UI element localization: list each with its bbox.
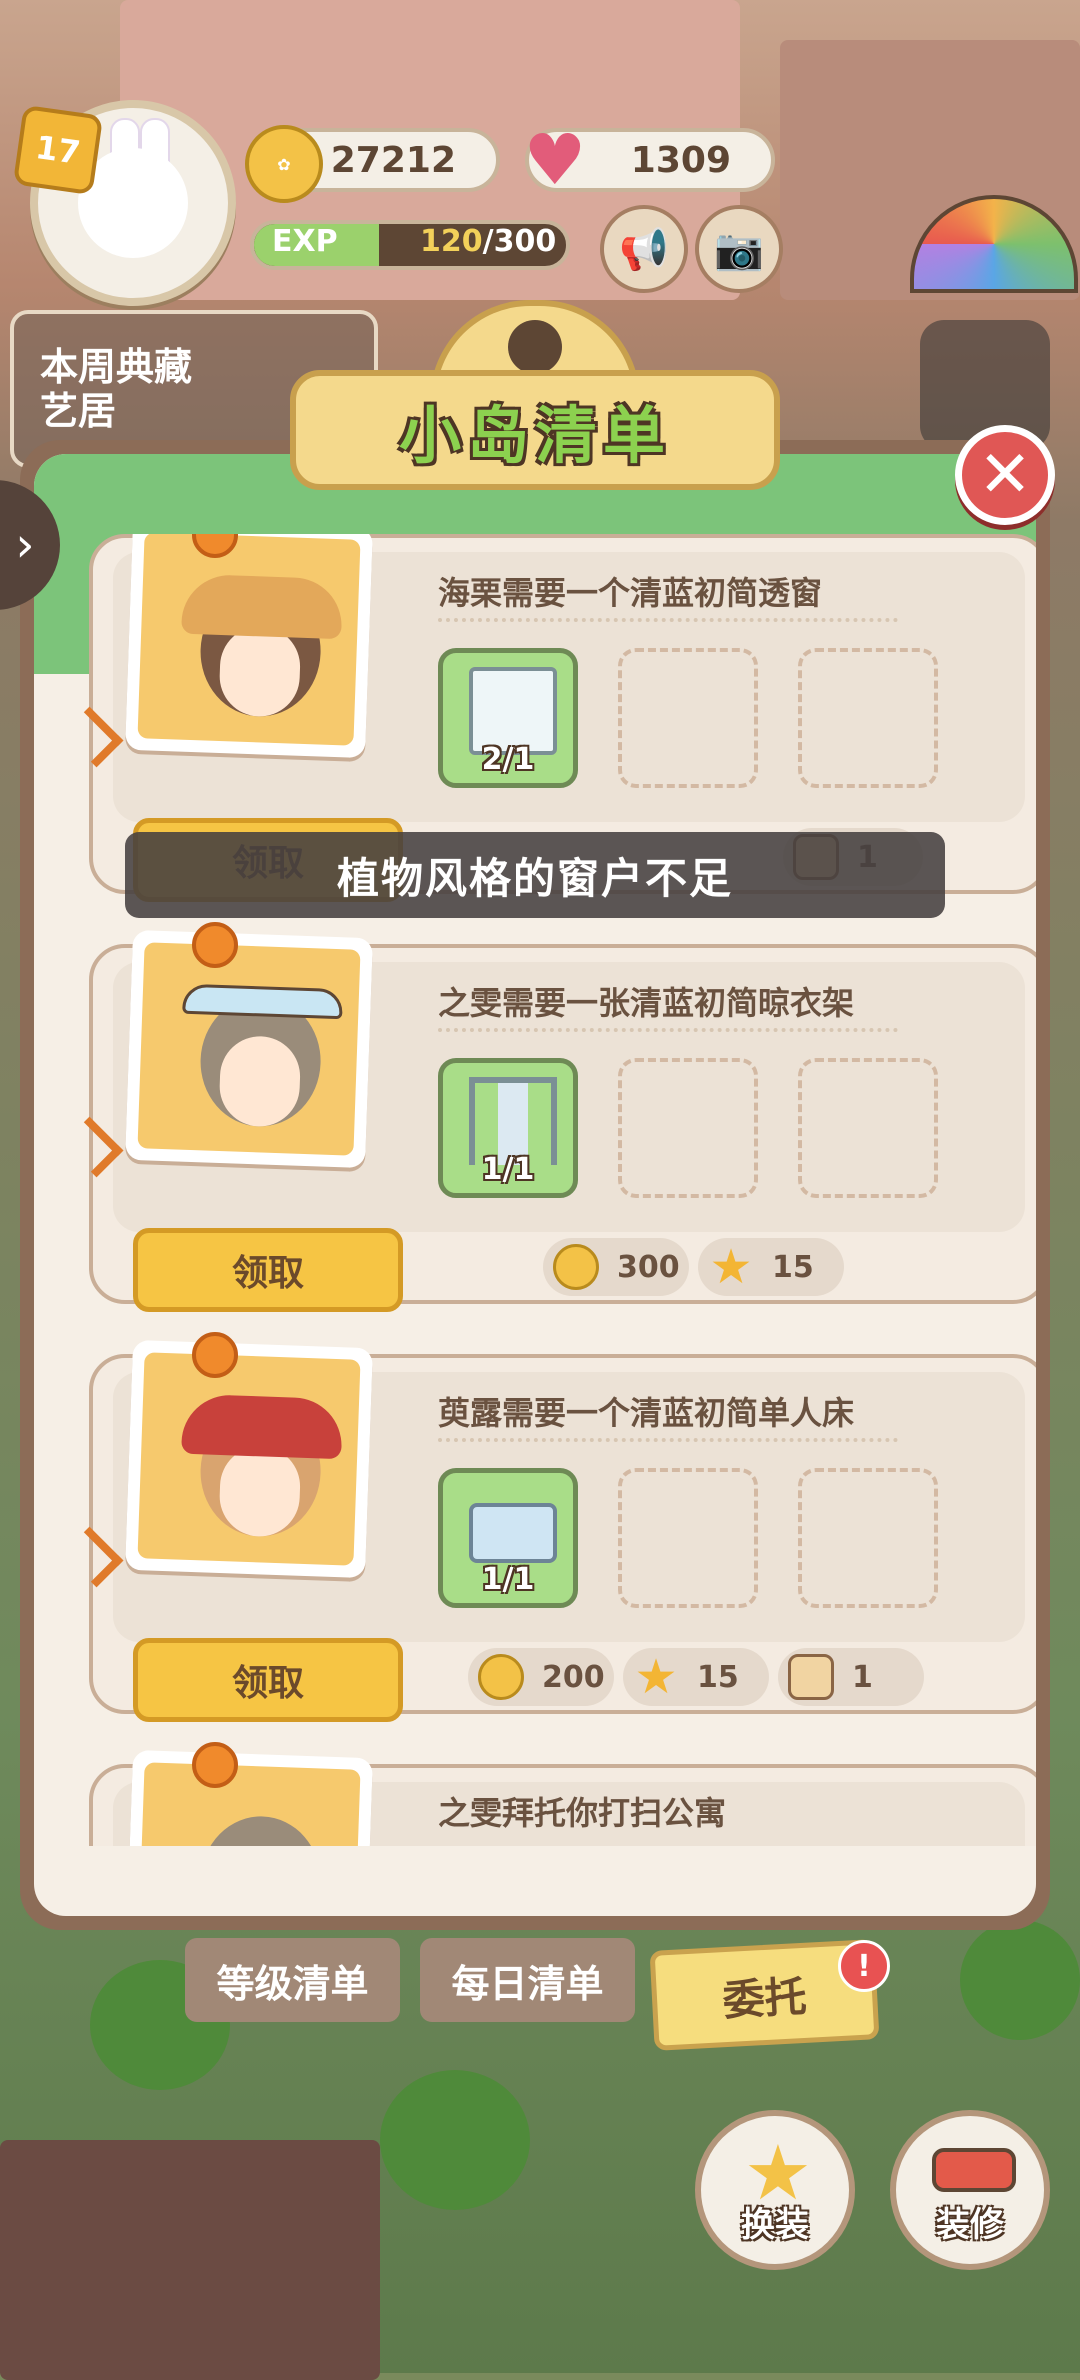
reward-value: 1 <box>852 1659 873 1695</box>
reward-star: ★ 15 <box>623 1648 769 1706</box>
chevron-right-icon: › <box>15 517 35 573</box>
heart-count: 1309 <box>630 139 731 181</box>
camera-button[interactable]: 📷 <box>695 205 783 293</box>
close-icon: ✕ <box>978 438 1032 512</box>
empty-slot <box>798 648 938 788</box>
item-slot[interactable]: 1/1 <box>438 1058 578 1198</box>
claim-button[interactable]: 领取 <box>133 1228 403 1312</box>
order-request: 海栗需要一个清蓝初简透窗 <box>438 574 823 612</box>
pin-icon <box>192 1332 238 1378</box>
star-icon: ★ <box>709 1239 753 1295</box>
megaphone-icon: 📢 <box>619 226 669 273</box>
empty-slot <box>618 1468 758 1608</box>
announcement-button[interactable]: 📢 <box>600 205 688 293</box>
close-button[interactable]: ✕ <box>955 425 1055 525</box>
item-slot[interactable]: 1/1 <box>438 1468 578 1608</box>
dress-up-button[interactable]: ★ 换装 <box>695 2110 855 2270</box>
coin-icon <box>478 1654 524 1700</box>
reward-value: 300 <box>617 1249 680 1285</box>
reward-value: 15 <box>697 1659 739 1695</box>
heart-icon: ♥ <box>523 119 587 201</box>
background-rooftop <box>0 2140 380 2380</box>
goggles-icon <box>182 983 344 1020</box>
coin-count: 27212 <box>330 139 456 181</box>
exp-value: 120/300 <box>420 224 556 259</box>
straw-hat-icon <box>181 573 344 640</box>
divider <box>438 1438 898 1442</box>
panel-body: 海栗需要一个清蓝初简透窗 2/1 领取 1 <box>34 454 1036 1916</box>
weekly-featured-label: 本周典藏艺居 <box>40 345 193 433</box>
bed-icon <box>469 1503 557 1563</box>
coin-icon: ✿ <box>245 125 323 203</box>
empty-slot <box>618 648 758 788</box>
hair <box>198 1814 323 1846</box>
order-request: 之雯需要一张清蓝初简晾衣架 <box>438 984 855 1022</box>
pin-icon <box>192 1742 238 1788</box>
item-slot[interactable]: 2/1 <box>438 648 578 788</box>
divider <box>438 1028 898 1032</box>
reward-coin: 200 <box>468 1648 614 1706</box>
level-badge: 17 <box>12 104 104 196</box>
panel-title-board: 小岛清单 <box>290 300 780 490</box>
hud: 17 27212 ✿ 1309 ♥ EXP 120/300 📢 📷 <box>0 0 1080 306</box>
empty-slot <box>618 1058 758 1198</box>
empty-slot <box>798 1058 938 1198</box>
claim-button[interactable]: 领取 <box>133 1638 403 1722</box>
empty-slot <box>798 1468 938 1608</box>
gift-box-icon <box>788 1654 834 1700</box>
paint-roller-icon <box>932 2148 1016 2192</box>
panel-title: 小岛清单 <box>398 399 671 472</box>
pin-icon <box>192 922 238 968</box>
order-request: 萸露需要一个清蓝初简单人床 <box>438 1394 855 1432</box>
divider <box>438 618 898 622</box>
item-count: 2/1 <box>481 742 535 777</box>
reward-star: ★ 15 <box>698 1238 844 1296</box>
exp-label: EXP <box>272 224 338 259</box>
island-list-panel: 海栗需要一个清蓝初简透窗 2/1 领取 1 <box>20 440 1050 1930</box>
title-board-hole <box>508 320 562 374</box>
character-portrait-yulu <box>125 1339 373 1579</box>
camera-icon: 📷 <box>714 226 764 273</box>
reward-coin: 300 <box>543 1238 689 1296</box>
reward-value: 200 <box>542 1659 605 1695</box>
tab-level-list[interactable]: 等级清单 <box>185 1938 400 2022</box>
reward-box: 1 <box>778 1648 924 1706</box>
tree <box>380 2070 530 2210</box>
item-count: 1/1 <box>481 1562 535 1597</box>
star-icon: ★ <box>634 1649 678 1705</box>
toast-message: 植物风格的窗户不足 <box>125 832 945 918</box>
title-plate: 小岛清单 <box>290 370 780 490</box>
exp-current: 120 <box>420 224 483 259</box>
order-list[interactable]: 海栗需要一个清蓝初简透窗 2/1 领取 1 <box>34 534 1036 1846</box>
dress-up-label: 换装 <box>741 2205 809 2245</box>
order-request: 之雯拜托你打扫公寓 <box>438 1794 727 1832</box>
character-portrait-zhiwen <box>125 929 373 1169</box>
tab-daily-list[interactable]: 每日清单 <box>420 1938 635 2022</box>
renovate-label: 装修 <box>936 2205 1004 2245</box>
exp-max: /300 <box>482 224 557 259</box>
item-count: 1/1 <box>481 1152 535 1187</box>
reward-value: 15 <box>772 1249 814 1285</box>
coin-icon <box>553 1244 599 1290</box>
renovate-button[interactable]: 装修 <box>890 2110 1050 2270</box>
notification-badge: ! <box>838 1940 890 1992</box>
character-portrait-zhiwen <box>125 1749 373 1846</box>
mood-gauge-icon[interactable] <box>910 195 1078 293</box>
tree <box>960 1920 1080 2040</box>
beret-icon <box>181 1393 344 1460</box>
character-portrait-haili <box>125 534 373 759</box>
